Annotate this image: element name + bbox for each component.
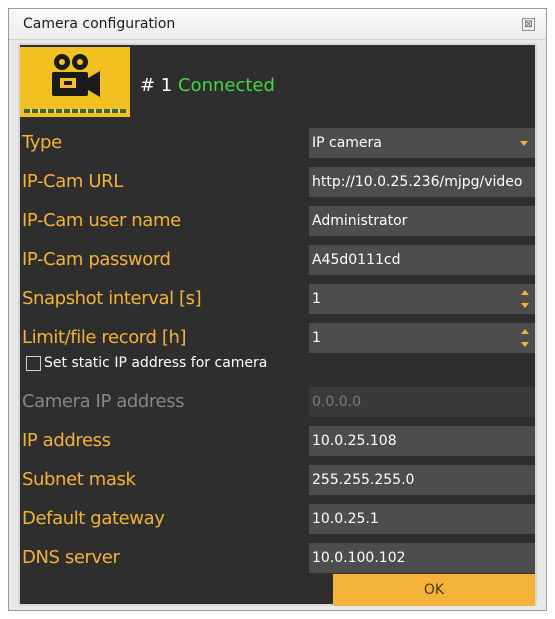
subnet-input[interactable]: 255.255.255.0 [309, 465, 535, 495]
camera-status: # 1 Connected [140, 75, 275, 96]
type-dropdown[interactable]: IP camera [309, 128, 535, 158]
snapshot-value: 1 [312, 291, 321, 307]
static-ip-checkbox[interactable] [26, 356, 41, 371]
type-row: Type IP camera [20, 126, 535, 160]
type-label: Type [22, 132, 62, 153]
camera-ip-row: Camera IP address 0.0.0.0 [20, 385, 535, 419]
film-camera-icon [20, 47, 130, 117]
snapshot-label: Snapshot interval [s] [22, 288, 202, 309]
spinner-icon[interactable] [521, 329, 529, 347]
ip-label: IP address [22, 430, 111, 451]
type-value: IP camera [312, 135, 382, 151]
spinner-icon[interactable] [521, 290, 529, 308]
camera-ip-label: Camera IP address [22, 391, 185, 412]
username-row: IP-Cam user name Administrator [20, 204, 535, 238]
url-row: IP-Cam URL http://10.0.25.236/mjpg/video [20, 165, 535, 199]
camera-ip-input: 0.0.0.0 [309, 387, 535, 417]
gateway-input[interactable]: 10.0.25.1 [309, 504, 535, 534]
url-input[interactable]: http://10.0.25.236/mjpg/video [309, 167, 535, 197]
camera-configuration-window: Camera configuration ⊠ # 1 Connected Typ… [8, 8, 547, 611]
username-input[interactable]: Administrator [309, 206, 535, 236]
snapshot-stepper[interactable]: 1 [309, 284, 535, 314]
ok-button[interactable]: OK [333, 574, 535, 606]
title-bar[interactable]: Camera configuration ⊠ [9, 9, 546, 40]
password-input[interactable]: A45d0111cd [309, 245, 535, 275]
ip-input[interactable]: 10.0.25.108 [309, 426, 535, 456]
dns-input[interactable]: 10.0.100.102 [309, 543, 535, 573]
subnet-row: Subnet mask 255.255.255.0 [20, 463, 535, 497]
dns-row: DNS server 10.0.100.102 [20, 541, 535, 575]
ip-row: IP address 10.0.25.108 [20, 424, 535, 458]
static-ip-row: Set static IP address for camera [20, 352, 535, 378]
limit-stepper[interactable]: 1 [309, 323, 535, 353]
snapshot-row: Snapshot interval [s] 1 [20, 282, 535, 316]
url-label: IP-Cam URL [22, 171, 123, 192]
camera-number: # 1 [140, 75, 173, 96]
subnet-label: Subnet mask [22, 469, 136, 490]
gateway-label: Default gateway [22, 508, 165, 529]
username-label: IP-Cam user name [22, 210, 181, 231]
settings-panel: # 1 Connected Type IP camera IP-Cam URL … [18, 43, 537, 606]
limit-value: 1 [312, 330, 321, 346]
dns-label: DNS server [22, 547, 120, 568]
password-label: IP-Cam password [22, 249, 171, 270]
limit-row: Limit/file record [h] 1 [20, 321, 535, 355]
close-icon[interactable]: ⊠ [522, 18, 535, 31]
static-ip-label[interactable]: Set static IP address for camera [44, 355, 267, 371]
camera-icon-strip [24, 109, 126, 113]
connection-status: Connected [178, 75, 275, 96]
password-row: IP-Cam password A45d0111cd [20, 243, 535, 277]
gateway-row: Default gateway 10.0.25.1 [20, 502, 535, 536]
dropdown-arrow-icon[interactable] [520, 141, 528, 146]
limit-label: Limit/file record [h] [22, 327, 187, 348]
window-title: Camera configuration [23, 16, 176, 32]
